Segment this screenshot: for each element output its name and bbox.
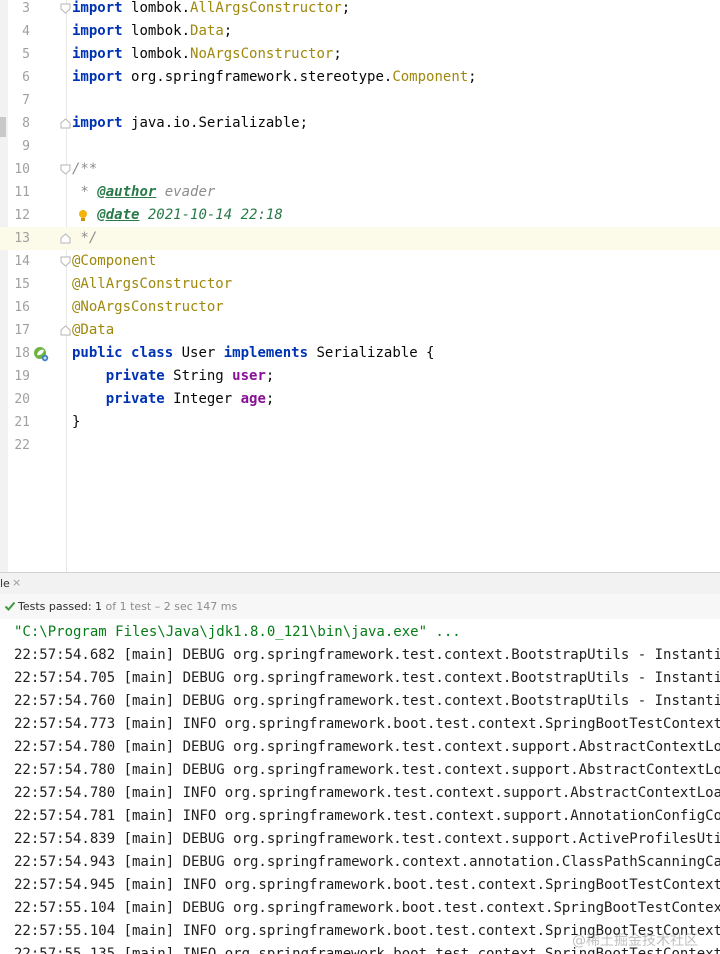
console-log-line: 22:57:55.104 [main] DEBUG org.springfram… — [14, 900, 720, 916]
console-log-line: 22:57:54.780 [main] INFO org.springframe… — [14, 785, 720, 801]
line-number: 8 — [22, 116, 30, 131]
test-status-bar: Tests passed: 1 of 1 test – 2 sec 147 ms — [0, 594, 720, 620]
line-number: 14 — [14, 254, 30, 269]
line-number: 20 — [14, 392, 30, 407]
code-line[interactable]: 5 import lombok.NoArgsConstructor; — [0, 43, 720, 66]
code-line[interactable]: 14 @Component — [0, 250, 720, 273]
fold-marker-icon[interactable] — [60, 325, 71, 336]
console-log-line: 22:57:54.781 [main] INFO org.springframe… — [14, 808, 720, 824]
code-line[interactable]: 3 import lombok.AllArgsConstructor; — [0, 0, 720, 20]
spring-bean-icon[interactable] — [33, 346, 49, 362]
code-line-current[interactable]: 13 */ — [0, 227, 720, 250]
line-number: 16 — [14, 300, 30, 315]
line-number: 12 — [14, 208, 30, 223]
watermark: @稀土掘金技术社区 — [572, 933, 698, 949]
line-number: 15 — [14, 277, 30, 292]
line-number: 3 — [22, 1, 30, 16]
line-number: 7 — [22, 93, 30, 108]
console-log-line: 22:57:54.682 [main] DEBUG org.springfram… — [14, 647, 720, 663]
line-number: 18 — [14, 346, 30, 361]
code-line[interactable]: 20 private Integer age; — [0, 388, 720, 411]
line-number: 11 — [14, 185, 30, 200]
line-number: 17 — [14, 323, 30, 338]
code-line[interactable]: 9 — [0, 135, 720, 158]
fold-marker-icon[interactable] — [60, 233, 71, 244]
check-icon — [4, 601, 16, 611]
run-tab-bar: le × — [0, 572, 720, 595]
code-line[interactable]: 17 @Data — [0, 319, 720, 342]
code-line[interactable]: 12 @date 2021-10-14 22:18 — [0, 204, 720, 227]
line-number: 4 — [22, 24, 30, 39]
console-command-line: "C:\Program Files\Java\jdk1.8.0_121\bin\… — [14, 624, 461, 640]
console-log-line: 22:57:54.780 [main] DEBUG org.springfram… — [14, 739, 720, 755]
line-number: 13 — [14, 231, 30, 246]
console-log-line: 22:57:54.780 [main] DEBUG org.springfram… — [14, 762, 720, 778]
fold-marker-icon[interactable] — [60, 3, 71, 14]
line-number: 6 — [22, 70, 30, 85]
code-line[interactable]: 18 public class User implements Serializ… — [0, 342, 720, 365]
code-line[interactable]: 15 @AllArgsConstructor — [0, 273, 720, 296]
code-line[interactable]: 10 /** — [0, 158, 720, 181]
tests-passed-status: Tests passed: 1 of 1 test – 2 sec 147 ms — [18, 600, 238, 613]
console-log-line: 22:57:54.839 [main] DEBUG org.springfram… — [14, 831, 720, 847]
code-line[interactable]: 4 import lombok.Data; — [0, 20, 720, 43]
run-tab-label[interactable]: le — [0, 577, 10, 590]
console-log-line: 22:57:54.760 [main] DEBUG org.springfram… — [14, 693, 720, 709]
console-log-line: 22:57:54.943 [main] DEBUG org.springfram… — [14, 854, 720, 870]
line-number: 22 — [14, 438, 30, 453]
code-line[interactable]: 11 * @author evader — [0, 181, 720, 204]
line-number: 19 — [14, 369, 30, 384]
line-number: 5 — [22, 47, 30, 62]
line-number: 10 — [14, 162, 30, 177]
code-line[interactable]: 19 private String user; — [0, 365, 720, 388]
code-line[interactable]: 6 import org.springframework.stereotype.… — [0, 66, 720, 89]
code-editor[interactable]: 3 import lombok.AllArgsConstructor; 4 im… — [0, 0, 720, 572]
console-log-line: 22:57:54.705 [main] DEBUG org.springfram… — [14, 670, 720, 686]
code-line[interactable]: 21 } — [0, 411, 720, 434]
fold-marker-icon[interactable] — [60, 256, 71, 267]
code-line[interactable]: 16 @NoArgsConstructor — [0, 296, 720, 319]
fold-marker-icon[interactable] — [60, 164, 71, 175]
code-line[interactable]: 8 import java.io.Serializable; — [0, 112, 720, 135]
line-number: 21 — [14, 415, 30, 430]
console-output[interactable]: "C:\Program Files\Java\jdk1.8.0_121\bin\… — [0, 619, 720, 954]
fold-marker-icon[interactable] — [60, 118, 71, 129]
console-log-line: 22:57:54.773 [main] INFO org.springframe… — [14, 716, 720, 732]
close-icon[interactable]: × — [12, 576, 21, 589]
line-number: 9 — [22, 139, 30, 154]
console-log-line: 22:57:54.945 [main] INFO org.springframe… — [14, 877, 720, 893]
code-line[interactable]: 7 — [0, 89, 720, 112]
code-line[interactable]: 22 — [0, 434, 720, 457]
